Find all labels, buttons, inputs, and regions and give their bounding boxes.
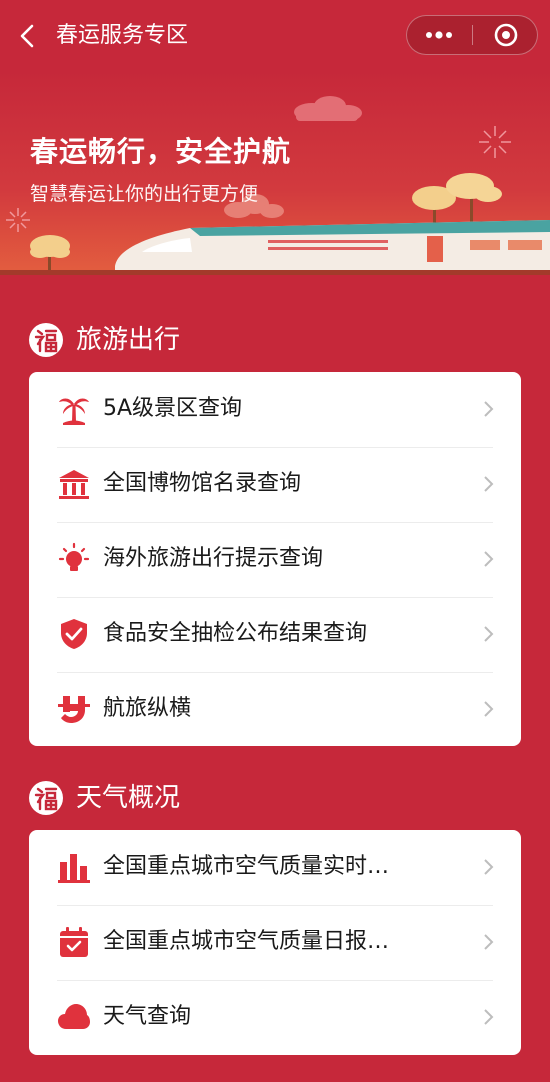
- chevron-right-icon: [484, 476, 494, 492]
- mini-program-capsule: [406, 15, 538, 55]
- close-target-icon[interactable]: [473, 16, 538, 54]
- train-scene-illustration: [0, 70, 550, 288]
- back-arrow-icon[interactable]: [14, 18, 44, 54]
- list-item-overseas-travel[interactable]: 海外旅游出行提示查询: [29, 522, 521, 597]
- weather-services-card: 全国重点城市空气质量实时… 全国重点城市空气质量日报… 天气查询: [29, 830, 521, 1055]
- item-label: 全国重点城市空气质量日报…: [103, 929, 390, 954]
- list-item-air-quality-daily[interactable]: 全国重点城市空气质量日报…: [29, 905, 521, 980]
- list-item-food-safety[interactable]: 食品安全抽检公布结果查询: [29, 597, 521, 672]
- chevron-right-icon: [484, 551, 494, 567]
- shield-check-icon: [61, 619, 87, 649]
- bar-chart-icon: [58, 854, 90, 883]
- item-label: 食品安全抽检公布结果查询: [103, 621, 368, 646]
- fu-character-icon: [29, 781, 63, 815]
- calendar-check-icon: [60, 927, 88, 957]
- travel-services-card: 5A级景区查询 全国博物馆名录查询 海外旅游出行提示查询 食品安全抽检公布结果查…: [29, 372, 521, 746]
- section-title: 旅游出行: [76, 325, 181, 355]
- list-item-weather-query[interactable]: 天气查询: [29, 980, 521, 1055]
- nav-bar: 春运服务专区: [0, 0, 550, 70]
- chevron-right-icon: [484, 934, 494, 950]
- item-label: 全国博物馆名录查询: [103, 471, 302, 496]
- cloud-icon: [58, 1004, 90, 1029]
- page-title: 春运服务专区: [56, 23, 189, 48]
- palm-tree-icon: [59, 398, 89, 425]
- item-label: 天气查询: [103, 1004, 192, 1029]
- chevron-right-icon: [484, 626, 494, 642]
- chevron-right-icon: [484, 401, 494, 417]
- item-label: 全国重点城市空气质量实时…: [103, 854, 390, 879]
- chevron-right-icon: [484, 701, 494, 717]
- lightbulb-icon: [58, 542, 90, 571]
- list-item-air-quality-realtime[interactable]: 全国重点城市空气质量实时…: [29, 830, 521, 905]
- fu-character-icon: [29, 323, 63, 357]
- item-label: 海外旅游出行提示查询: [103, 546, 324, 571]
- section-title: 天气概况: [76, 783, 181, 813]
- item-label: 航旅纵横: [103, 696, 192, 721]
- banner-title: 春运畅行，安全护航: [30, 135, 292, 168]
- more-icon[interactable]: [407, 16, 472, 54]
- list-item-museum[interactable]: 全国博物馆名录查询: [29, 447, 521, 522]
- item-label: 5A级景区查询: [103, 396, 243, 421]
- chevron-right-icon: [484, 859, 494, 875]
- chevron-right-icon: [484, 1009, 494, 1025]
- banner-subtitle: 智慧春运让你的出行更方便: [30, 183, 259, 205]
- museum-icon: [59, 470, 89, 499]
- list-item-5a-scenic[interactable]: 5A级景区查询: [29, 372, 521, 447]
- hanglv-logo-icon: [58, 696, 90, 723]
- list-item-hanglv[interactable]: 航旅纵横: [29, 672, 521, 746]
- banner-illustration: [0, 70, 550, 288]
